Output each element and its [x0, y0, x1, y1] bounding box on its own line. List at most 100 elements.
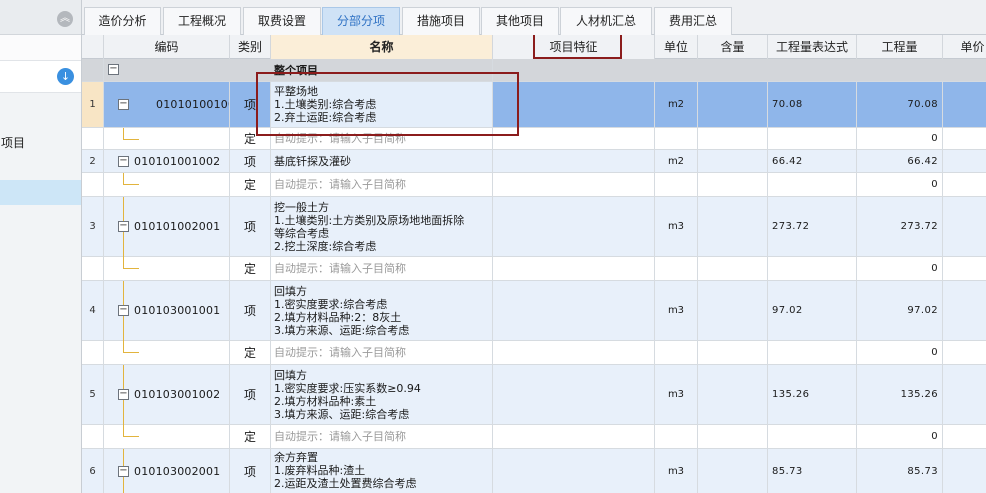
type-cell[interactable]: 项 [230, 365, 271, 424]
collapse-icon[interactable]: − [108, 64, 119, 75]
header-expr[interactable]: 工程量表达式 [768, 35, 857, 59]
table-row[interactable]: 6 − 010103002001 项 余方弃置 1.废弃料品种:渣土 2.运距及… [82, 449, 986, 493]
name-cell[interactable]: 自动提示：请输入子目简称 [271, 257, 493, 280]
table-row[interactable]: 定 自动提示：请输入子目简称 0 [82, 425, 986, 449]
content-cell[interactable] [698, 173, 768, 196]
tab-project-overview[interactable]: 工程概况 [163, 7, 241, 35]
header-unit[interactable]: 单位 [655, 35, 698, 59]
unit-price-cell[interactable] [943, 281, 986, 340]
unit-cell[interactable]: m2 [655, 82, 698, 127]
expr-cell[interactable]: 85.73 [768, 449, 857, 493]
qty-cell[interactable]: 85.73 [857, 449, 943, 493]
code-cell[interactable] [104, 341, 230, 364]
feature-cell[interactable] [493, 281, 655, 340]
type-cell[interactable]: 定 [230, 128, 271, 149]
qty-cell[interactable]: 0 [857, 425, 943, 448]
type-cell[interactable]: 项 [230, 449, 271, 493]
header-feature[interactable]: 项目特征 [493, 35, 655, 59]
code-cell[interactable]: 010103001002 [104, 365, 230, 424]
header-type[interactable]: 类别 [230, 35, 271, 59]
feature-cell[interactable] [493, 150, 655, 172]
feature-cell[interactable] [493, 173, 655, 196]
code-cell[interactable] [104, 128, 230, 149]
tab-measures[interactable]: 措施项目 [402, 7, 480, 35]
unit-cell[interactable]: m3 [655, 449, 698, 493]
tab-sub-items[interactable]: 分部分项 [322, 7, 400, 35]
qty-cell[interactable]: 70.08 [857, 82, 943, 127]
table-row[interactable]: 定 自动提示：请输入子目简称 0 [82, 341, 986, 365]
table-row[interactable]: 1 − 010101001001 项 平整场地 1.土壤类别:综合考虑 2.弃土… [82, 82, 986, 128]
code-cell[interactable]: 010101002001 [104, 197, 230, 256]
unit-cell[interactable] [655, 341, 698, 364]
expr-cell[interactable] [768, 173, 857, 196]
header-qty[interactable]: 工程量 [857, 35, 943, 59]
feature-cell[interactable] [493, 197, 655, 256]
table-row[interactable]: 2 − 010101001002 项 基底钎探及灌砂 m2 66.42 66.4… [82, 150, 986, 173]
table-row[interactable]: 定 自动提示：请输入子目简称 0 [82, 173, 986, 197]
expr-cell[interactable] [768, 341, 857, 364]
content-cell[interactable] [698, 82, 768, 127]
type-cell[interactable]: 项 [230, 150, 271, 172]
type-cell[interactable]: 定 [230, 425, 271, 448]
unit-cell[interactable]: m3 [655, 365, 698, 424]
code-cell[interactable] [104, 257, 230, 280]
unit-price-cell[interactable] [943, 150, 986, 172]
qty-cell[interactable]: 273.72 [857, 197, 943, 256]
content-cell[interactable] [698, 257, 768, 280]
code-cell[interactable]: 010101001002 [104, 150, 230, 172]
header-content[interactable]: 含量 [698, 35, 768, 59]
feature-cell[interactable] [493, 425, 655, 448]
name-cell[interactable]: 挖一般土方 1.土壤类别:土方类别及原场地地面拆除 等综合考虑 2.挖土深度:综… [271, 197, 493, 256]
unit-cell[interactable] [655, 257, 698, 280]
unit-price-cell[interactable] [943, 82, 986, 127]
table-row[interactable]: 定 自动提示：请输入子目简称 0 [82, 257, 986, 281]
group-row[interactable]: − 整个项目 [82, 59, 986, 82]
qty-cell[interactable]: 135.26 [857, 365, 943, 424]
content-cell[interactable] [698, 449, 768, 493]
double-chevron-up-icon[interactable]: ︽ [57, 11, 73, 27]
name-cell[interactable]: 余方弃置 1.废弃料品种:渣土 2.运距及渣土处置费综合考虑 [271, 449, 493, 493]
content-cell[interactable] [698, 197, 768, 256]
tab-fee-summary[interactable]: 费用汇总 [654, 7, 732, 35]
qty-cell[interactable]: 0 [857, 341, 943, 364]
header-unit-price[interactable]: 单价 [943, 35, 986, 59]
unit-price-cell[interactable] [943, 173, 986, 196]
qty-cell[interactable]: 0 [857, 128, 943, 149]
unit-cell[interactable]: m2 [655, 150, 698, 172]
unit-cell[interactable] [655, 425, 698, 448]
feature-cell[interactable] [493, 365, 655, 424]
unit-price-cell[interactable] [943, 365, 986, 424]
name-cell[interactable]: 自动提示：请输入子目简称 [271, 173, 493, 196]
name-cell[interactable]: 平整场地 1.土壤类别:综合考虑 2.弃土运距:综合考虑 [271, 82, 493, 127]
feature-cell[interactable] [493, 257, 655, 280]
name-cell[interactable]: 自动提示：请输入子目简称 [271, 425, 493, 448]
tab-labor-material-summary[interactable]: 人材机汇总 [560, 7, 652, 35]
qty-cell[interactable]: 66.42 [857, 150, 943, 172]
unit-cell[interactable] [655, 173, 698, 196]
name-cell[interactable]: 自动提示：请输入子目简称 [271, 128, 493, 149]
code-cell[interactable]: 010103001001 [104, 281, 230, 340]
feature-cell[interactable] [493, 341, 655, 364]
tab-other-items[interactable]: 其他项目 [481, 7, 559, 35]
header-code[interactable]: 编码 [104, 35, 230, 59]
table-row[interactable]: 4 − 010103001001 项 回填方 1.密实度要求:综合考虑 2.填方… [82, 281, 986, 341]
expr-cell[interactable] [768, 425, 857, 448]
sidebar-item-selected[interactable] [0, 180, 81, 205]
code-cell[interactable]: 010103002001 [104, 449, 230, 493]
table-row[interactable]: 定 自动提示：请输入子目简称 0 [82, 128, 986, 150]
expr-cell[interactable]: 66.42 [768, 150, 857, 172]
qty-cell[interactable]: 97.02 [857, 281, 943, 340]
content-cell[interactable] [698, 365, 768, 424]
expr-cell[interactable] [768, 128, 857, 149]
download-icon[interactable]: ↓ [57, 68, 74, 85]
unit-price-cell[interactable] [943, 197, 986, 256]
expr-cell[interactable]: 273.72 [768, 197, 857, 256]
unit-price-cell[interactable] [943, 425, 986, 448]
content-cell[interactable] [698, 150, 768, 172]
type-cell[interactable]: 定 [230, 257, 271, 280]
content-cell[interactable] [698, 425, 768, 448]
feature-cell[interactable] [493, 82, 655, 127]
unit-price-cell[interactable] [943, 341, 986, 364]
code-cell[interactable] [104, 173, 230, 196]
unit-cell[interactable] [655, 128, 698, 149]
